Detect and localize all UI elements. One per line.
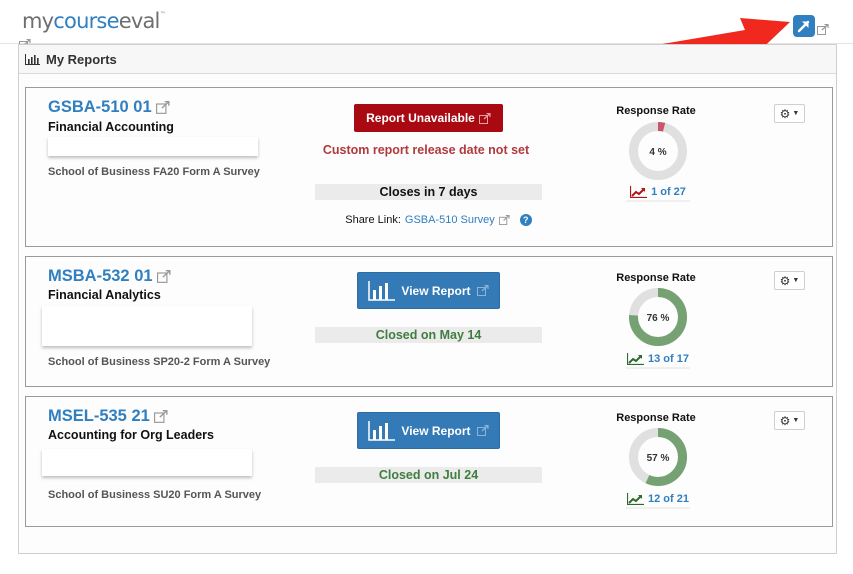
settings-dropdown-button[interactable]: ⚙ ▼	[774, 271, 805, 290]
share-label: Share Link:	[345, 214, 401, 226]
view-report-button[interactable]: View Report	[357, 272, 500, 309]
open-new-window-button[interactable]	[793, 15, 815, 37]
settings-dropdown-button[interactable]: ⚙ ▼	[774, 411, 805, 430]
response-count-link[interactable]: 1 of 27	[626, 184, 690, 202]
course-name: Financial Accounting	[48, 120, 174, 134]
external-link-icon	[476, 285, 489, 296]
course-code: MSEL-535 21	[48, 407, 150, 425]
response-rate-donut: 76 %	[629, 288, 687, 346]
share-survey-link[interactable]: GSBA-510 Survey	[405, 214, 495, 226]
button-label: Report Unavailable	[366, 111, 475, 125]
panel-title: My Reports	[46, 51, 117, 67]
response-count: 12 of 21	[648, 493, 689, 505]
response-rate-title: Response Rate	[616, 412, 696, 424]
course-code-link[interactable]: GSBA-510 01	[48, 98, 170, 117]
survey-name: School of Business SU20 Form A Survey	[48, 489, 262, 501]
status-bar: Closed on May 14	[315, 327, 542, 343]
report-unavailable-button[interactable]: Report Unavailable	[354, 104, 503, 132]
gear-icon: ⚙	[779, 273, 791, 288]
share-link-row: Share Link: GSBA-510 Survey ?	[316, 214, 561, 226]
external-link-icon[interactable]	[817, 22, 829, 40]
gear-icon: ⚙	[779, 413, 791, 428]
survey-name: School of Business SP20-2 Form A Survey	[48, 356, 271, 368]
bar-chart-icon	[368, 420, 396, 441]
response-count: 13 of 17	[648, 353, 689, 365]
logo-trademark: ™	[159, 11, 166, 18]
external-link-icon	[498, 215, 510, 225]
donut-percent-label: 4 %	[649, 147, 666, 158]
logo-text-prefix: my	[22, 9, 54, 33]
trend-chart-icon	[627, 493, 645, 505]
response-rate-donut: 4 %	[629, 122, 687, 180]
status-bar: Closed on Jul 24	[315, 467, 542, 483]
logo-text-suffix: eval	[118, 9, 161, 33]
mycourseval-logo[interactable]: mycourseeval™	[22, 9, 166, 33]
trend-chart-icon	[627, 353, 645, 365]
trend-chart-icon	[630, 186, 648, 198]
panel-header: My Reports	[19, 44, 836, 74]
response-rate-title: Response Rate	[616, 272, 696, 284]
course-code-link[interactable]: MSEL-535 21	[48, 407, 168, 426]
caret-down-icon: ▼	[792, 110, 800, 117]
response-count-link[interactable]: 12 of 21	[626, 491, 690, 509]
response-rate-title: Response Rate	[616, 105, 696, 117]
report-card: MSEL-535 21 Accounting for Org Leaders S…	[25, 396, 833, 527]
course-code: MSBA-532 01	[48, 267, 153, 285]
donut-percent-label: 57 %	[647, 453, 670, 464]
course-name: Accounting for Org Leaders	[48, 428, 214, 442]
my-reports-panel: My Reports GSBA-510 01 Financial Account…	[18, 44, 837, 554]
button-label: View Report	[401, 283, 471, 298]
course-name: Financial Analytics	[48, 288, 161, 302]
external-link-icon	[478, 112, 491, 124]
external-link-icon	[155, 101, 170, 114]
course-code-link[interactable]: MSBA-532 01	[48, 267, 171, 286]
response-count: 1 of 27	[651, 186, 686, 198]
response-count-link[interactable]: 13 of 17	[626, 351, 690, 369]
external-link-icon	[153, 410, 168, 423]
logo-text-accent: course	[53, 9, 119, 33]
settings-dropdown-button[interactable]: ⚙ ▼	[774, 104, 805, 123]
bar-chart-icon	[368, 280, 396, 301]
status-bar: Closes in 7 days	[315, 184, 542, 200]
button-label: View Report	[401, 423, 471, 438]
external-link-icon	[156, 270, 171, 283]
survey-name: School of Business FA20 Form A Survey	[48, 166, 260, 178]
report-card: MSBA-532 01 Financial Analytics School o…	[25, 256, 833, 387]
caret-down-icon: ▼	[792, 277, 800, 284]
course-code: GSBA-510 01	[48, 98, 152, 116]
release-warning: Custom report release date not set	[322, 143, 530, 157]
help-icon[interactable]: ?	[519, 214, 532, 226]
view-report-button[interactable]: View Report	[357, 412, 500, 449]
report-card: GSBA-510 01 Financial Accounting School …	[25, 87, 833, 247]
diagonal-arrow-icon	[797, 20, 810, 33]
response-rate-donut: 57 %	[629, 428, 687, 486]
redacted-box	[42, 306, 252, 346]
donut-percent-label: 76 %	[647, 313, 670, 324]
redacted-box	[48, 137, 258, 156]
external-link-icon	[476, 425, 489, 436]
top-bar: mycourseeval™	[0, 0, 853, 50]
gear-icon: ⚙	[779, 106, 791, 121]
caret-down-icon: ▼	[792, 417, 800, 424]
redacted-box	[42, 449, 252, 476]
bar-chart-icon	[25, 53, 40, 65]
